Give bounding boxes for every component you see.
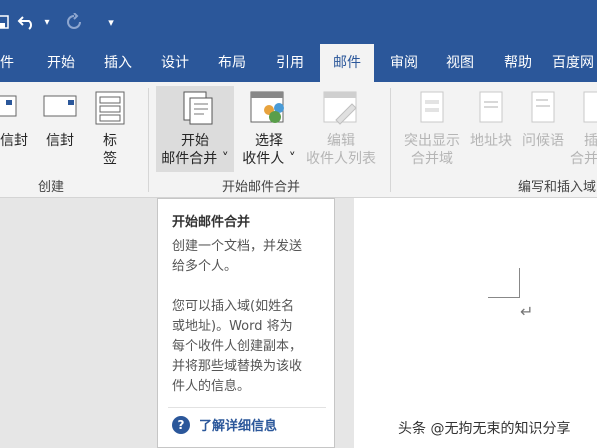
start-mail-merge-label-1: 开始 (181, 133, 209, 149)
labels-icon (95, 91, 125, 125)
tab-view[interactable]: 视图 (434, 44, 486, 82)
labels-button[interactable]: 标 签 (90, 90, 130, 168)
group-divider (390, 88, 391, 192)
paragraph-mark: ↵ (520, 302, 534, 321)
address-block-icon (479, 91, 503, 123)
group-divider (148, 88, 149, 192)
tooltip-title: 开始邮件合并 (172, 215, 251, 230)
start-mail-merge-tooltip: 开始邮件合并 创建一个文档，并发送 给多个人。 您可以插入域(如姓名 或地址)。… (157, 198, 335, 448)
select-recipients-icon (250, 91, 284, 123)
tooltip-divider (168, 407, 326, 408)
tab-baidu[interactable]: 百度网 (552, 44, 597, 82)
save-icon[interactable] (0, 0, 12, 44)
insert-merge-field-button: 插 合并 (570, 90, 597, 168)
learn-more-label: 了解详细信息 (199, 419, 278, 434)
tab-review[interactable]: 审阅 (378, 44, 430, 82)
insert-field-icon (583, 91, 597, 123)
undo-dropdown-icon[interactable]: ▾ (40, 0, 54, 44)
address-block-label: 地址块 (470, 133, 512, 149)
highlight-merge-fields-button: 突出显示 合并域 (398, 90, 466, 168)
write-insert-group-label: 编写和插入域 (518, 180, 597, 195)
tab-design[interactable]: 设计 (150, 44, 200, 82)
title-bar (0, 0, 597, 44)
edit-recipient-list-button: 编辑 收件人列表 (300, 90, 382, 168)
envelope-icon (43, 95, 77, 117)
start-mail-merge-icon (183, 91, 213, 125)
envelopes-label-2: 信封 (46, 133, 74, 149)
edit-list-label-2: 收件人列表 (306, 151, 376, 167)
greeting-line-label: 问候语 (522, 133, 564, 149)
start-mail-merge-label-2: 邮件合并 ˅ (161, 151, 229, 167)
select-recipients-label-1: 选择 (255, 133, 283, 149)
insert-field-label-2: 合并 (570, 151, 597, 167)
envelope-icon (0, 95, 17, 117)
highlight-label-2: 合并域 (411, 151, 453, 167)
start-mail-merge-group-label: 开始邮件合并 (222, 180, 301, 195)
address-block-button: 地址块 (466, 90, 516, 150)
edit-list-label-1: 编辑 (327, 133, 355, 149)
tab-layout[interactable]: 布局 (206, 44, 258, 82)
margin-corner-mark (488, 268, 520, 298)
customize-qat-icon[interactable]: ▾ (104, 0, 118, 44)
tooltip-description: 创建一个文档，并发送 给多个人。 (172, 239, 303, 274)
start-mail-merge-button[interactable]: 开始 邮件合并 ˅ (156, 90, 234, 168)
create-group-label: 创建 (38, 180, 65, 195)
select-recipients-button[interactable]: 选择 收件人 ˅ (238, 90, 300, 168)
tab-references[interactable]: 引用 (264, 44, 316, 82)
envelopes-label: 信封 (0, 133, 28, 149)
highlight-label-1: 突出显示 (404, 133, 460, 149)
learn-more-link[interactable]: ? 了解详细信息 (172, 415, 277, 434)
tab-file[interactable]: 件 (0, 44, 14, 82)
edit-list-icon (323, 91, 357, 125)
tab-home[interactable]: 开始 (36, 44, 86, 82)
tooltip-details: 您可以插入域(如姓名 或地址)。Word 将为 每个收件人创建副本， 并将那些域… (172, 299, 303, 394)
tab-insert[interactable]: 插入 (92, 44, 144, 82)
insert-field-label-1: 插 (584, 133, 597, 149)
watermark: 头条 @无拘无束的知识分享 (398, 421, 571, 437)
undo-icon[interactable] (14, 0, 40, 44)
tab-help[interactable]: 帮助 (492, 44, 544, 82)
tab-mailings[interactable]: 邮件 (320, 44, 374, 82)
labels-label-2: 签 (103, 151, 117, 167)
document-page[interactable]: ↵ (354, 198, 597, 448)
highlight-fields-icon (420, 91, 444, 123)
redo-icon (62, 0, 86, 44)
select-recipients-label-2: 收件人 ˅ (242, 151, 296, 167)
greeting-line-icon (531, 91, 555, 123)
greeting-line-button: 问候语 (518, 90, 568, 150)
envelopes-button[interactable]: 信封 (0, 92, 32, 150)
help-icon: ? (172, 415, 190, 434)
envelopes-button-2[interactable]: 信封 (38, 92, 82, 150)
labels-label-1: 标 (103, 133, 117, 149)
